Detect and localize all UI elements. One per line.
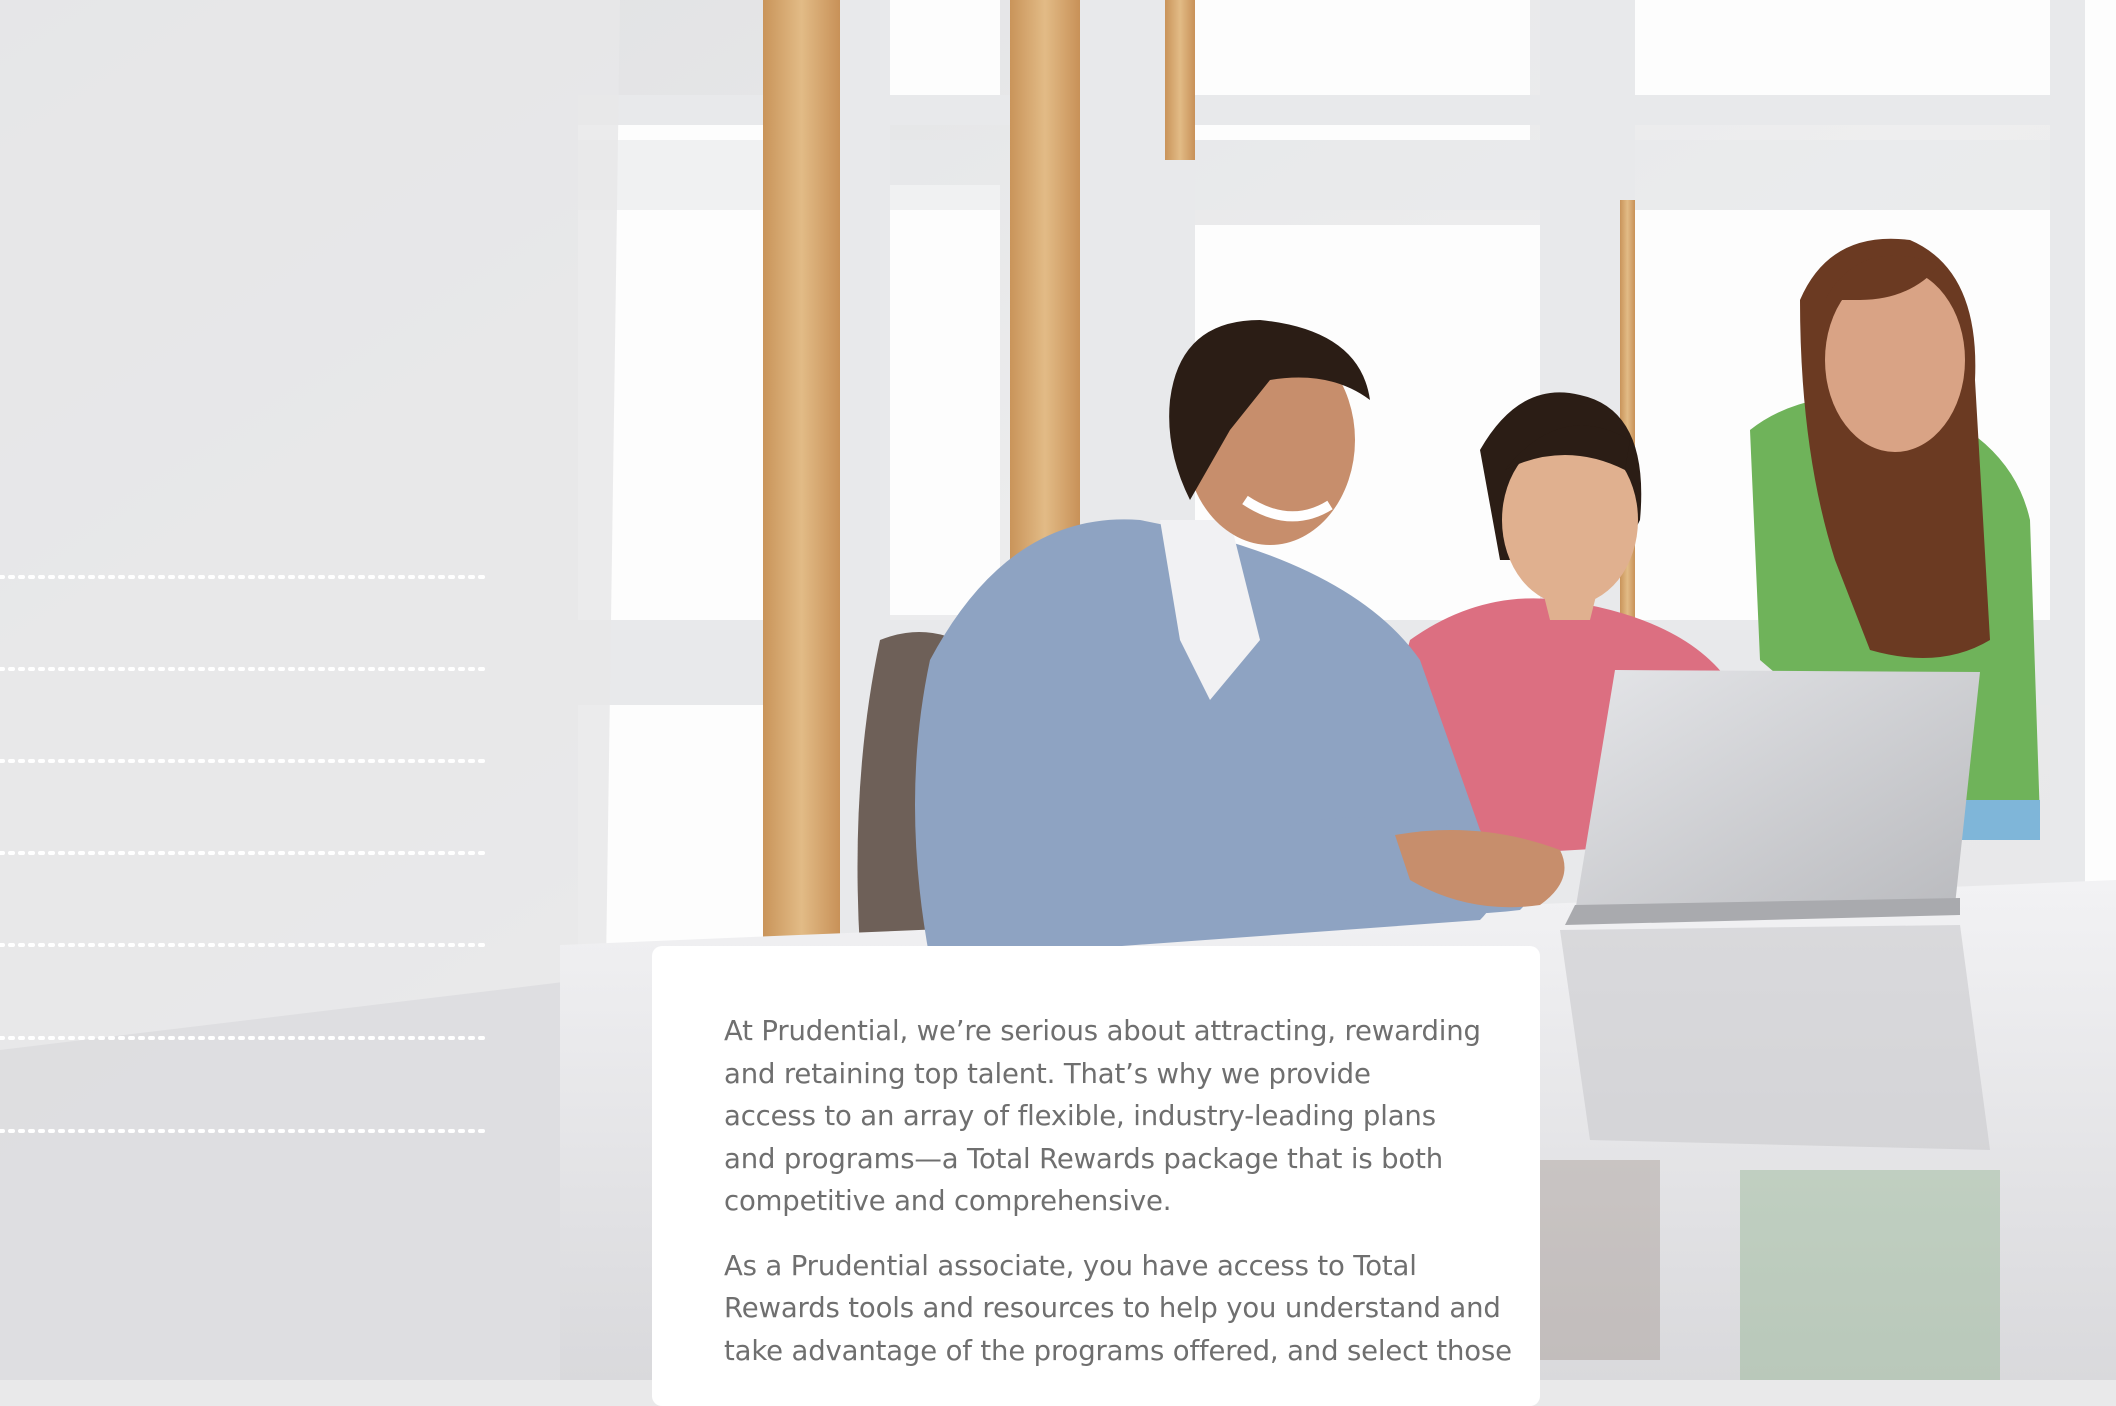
text-line: competitive and comprehensive. (724, 1185, 1172, 1217)
intro-paragraph-2: As a Prudential associate, you have acce… (724, 1245, 1512, 1373)
intro-paragraph-1: At Prudential, we’re serious about attra… (724, 1010, 1481, 1223)
text-line: As a Prudential associate, you have acce… (724, 1249, 1417, 1282)
text-line: At Prudential, we’re serious about attra… (724, 1015, 1481, 1047)
text-line: take advantage of the programs offered, … (724, 1334, 1512, 1367)
text-line: Rewards tools and resources to help you … (724, 1292, 1501, 1324)
text-line: access to an array of flexible, industry… (724, 1100, 1436, 1132)
intro-text-card: At Prudential, we’re serious about attra… (652, 946, 1540, 1406)
text-line: and programs—a Total Rewards package tha… (724, 1142, 1444, 1175)
text-line: and retaining top talent. That’s why we … (724, 1057, 1371, 1090)
